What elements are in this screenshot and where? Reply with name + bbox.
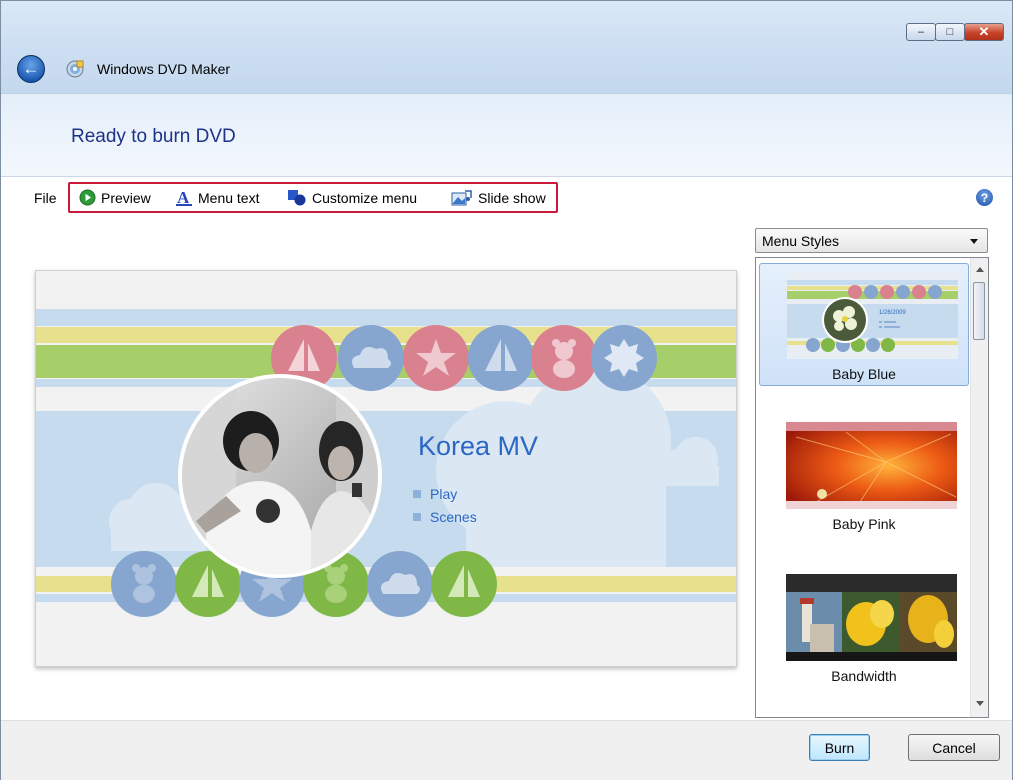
close-button[interactable]: ✕ <box>964 23 1004 41</box>
style-item-baby-blue[interactable]: 1/26/2009 Baby Blue <box>759 263 969 386</box>
toolbar: File Preview A Menu text Customize menu <box>1 176 1012 221</box>
style-label-baby-pink: Baby Pink <box>832 516 896 532</box>
style-item-baby-pink[interactable]: Baby Pink <box>759 414 969 537</box>
cancel-button[interactable]: Cancel <box>908 734 1000 761</box>
maximize-button[interactable]: □ <box>935 23 965 41</box>
menu-text-label: Menu text <box>198 190 260 206</box>
footer-bar: Burn Cancel <box>1 720 1012 780</box>
bandwidth-thumbnail <box>786 574 957 661</box>
styles-scrollbar[interactable] <box>970 258 988 717</box>
scroll-thumb[interactable] <box>973 282 985 340</box>
burn-button[interactable]: Burn <box>809 734 870 761</box>
dvd-maker-app-icon <box>66 60 84 78</box>
slide-show-button[interactable]: Slide show <box>451 189 546 207</box>
slide-show-label: Slide show <box>478 190 546 206</box>
main-area: Korea MV Play Scenes Menu Styles 1/26/20… <box>1 220 1012 720</box>
preview-label: Preview <box>101 189 151 206</box>
dvd-menu-preview: Korea MV Play Scenes <box>35 270 737 667</box>
menu-styles-dropdown[interactable]: Menu Styles <box>755 228 988 253</box>
menu-item-scenes: Scenes <box>430 509 477 525</box>
menu-styles-list: 1/26/2009 Baby Blue Baby Pink Bandwidth <box>755 257 989 718</box>
baby-pink-thumbnail <box>786 422 957 509</box>
text-a-icon: A <box>176 189 192 207</box>
style-item-bandwidth[interactable]: Bandwidth <box>759 566 969 689</box>
preview-button[interactable]: Preview <box>79 189 151 206</box>
menu-item-play: Play <box>430 486 457 502</box>
title-bar: – □ ✕ ← Windows DVD Maker <box>1 1 1012 93</box>
page-header: Ready to burn DVD <box>1 93 1012 176</box>
back-button[interactable]: ← <box>17 55 45 83</box>
back-arrow-icon: ← <box>22 59 40 78</box>
window-controls: – □ ✕ <box>906 23 1004 41</box>
help-icon[interactable]: ? <box>976 189 993 206</box>
page-title: Ready to burn DVD <box>71 126 236 147</box>
disc-title: Korea MV <box>418 431 538 461</box>
customize-menu-label: Customize menu <box>312 189 418 206</box>
customize-menu-button[interactable]: Customize menu <box>287 189 417 206</box>
menu-styles-dropdown-label: Menu Styles <box>762 233 840 249</box>
style-label-bandwidth: Bandwidth <box>831 668 897 684</box>
file-menu[interactable]: File <box>34 190 57 206</box>
baby-blue-thumbnail: 1/26/2009 <box>787 272 958 359</box>
dvd-maker-window: – □ ✕ ← Windows DVD Maker Ready to burn … <box>0 0 1013 780</box>
shapes-icon <box>288 190 306 206</box>
play-icon <box>79 189 96 206</box>
slideshow-icon <box>451 190 472 206</box>
baby-blue-thumb-date: 1/26/2009 <box>879 310 906 316</box>
style-label-baby-blue: Baby Blue <box>832 366 896 382</box>
dropdown-arrow-icon <box>970 239 978 244</box>
scroll-down-icon[interactable] <box>976 701 984 706</box>
menu-text-button[interactable]: A Menu text <box>175 189 259 207</box>
minimize-button[interactable]: – <box>906 23 936 41</box>
preview-canvas: Korea MV Play Scenes <box>36 271 736 666</box>
app-title: Windows DVD Maker <box>97 61 231 77</box>
scroll-up-icon[interactable] <box>976 267 984 272</box>
